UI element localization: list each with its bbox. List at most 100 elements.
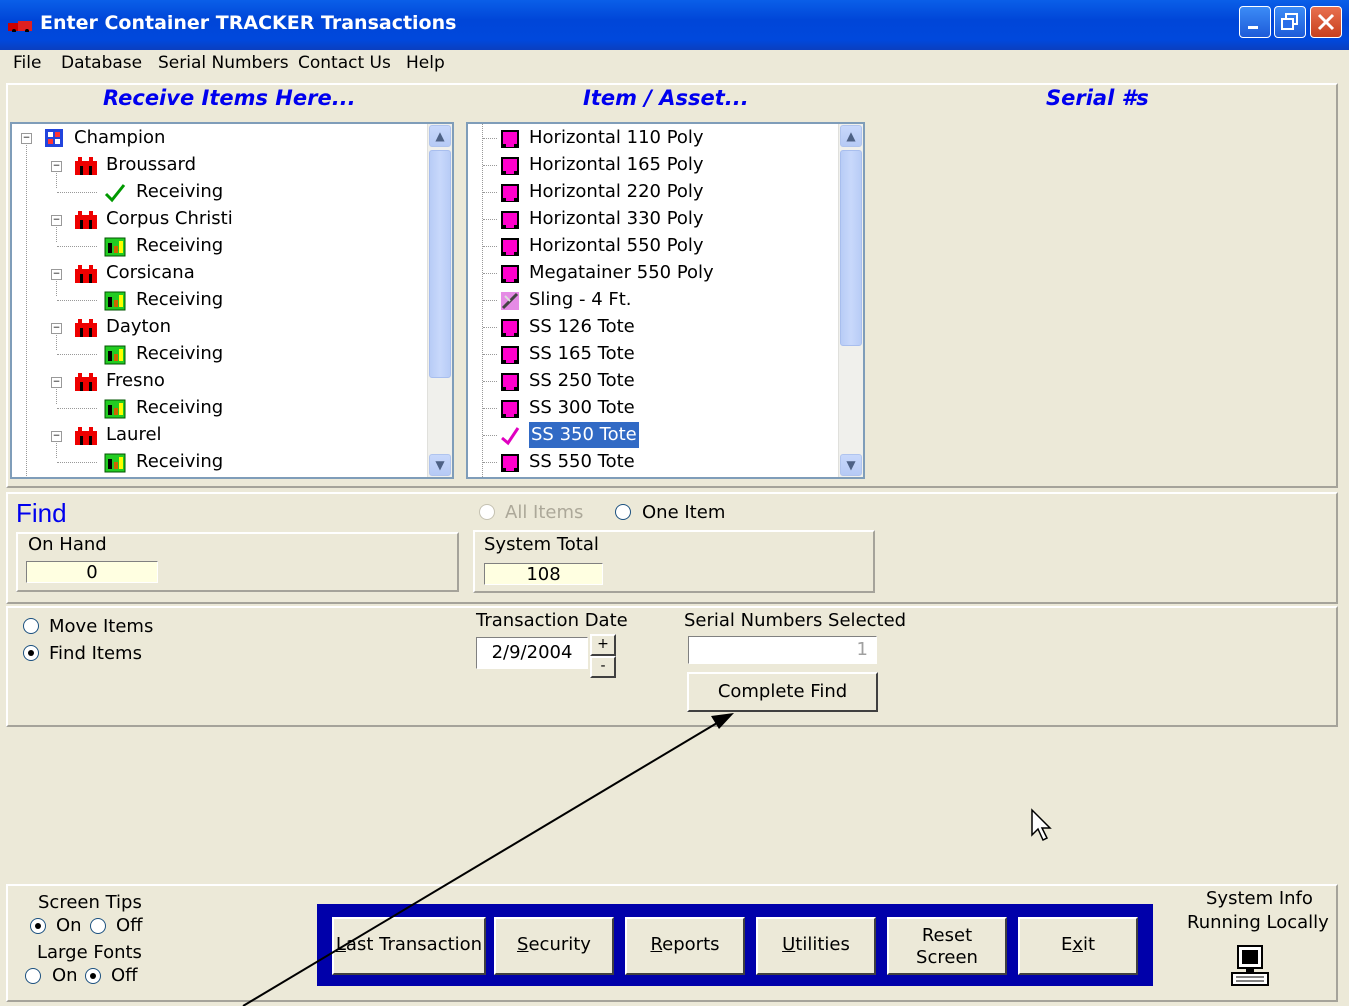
factory-icon: [75, 319, 97, 337]
move-items-radio[interactable]: [23, 618, 39, 634]
utilities-button[interactable]: Utilities: [756, 917, 876, 975]
tree-item-location[interactable]: Fresno: [106, 368, 165, 394]
one-item-radio[interactable]: [615, 504, 631, 520]
item-row[interactable]: Sling - 4 Ft.: [529, 287, 632, 313]
tote-icon: [501, 184, 519, 202]
tote-icon: [501, 454, 519, 472]
network-icon: [45, 129, 63, 147]
minimize-icon: [1248, 26, 1258, 29]
restore-icon: [1281, 13, 1298, 30]
complete-find-button[interactable]: Complete Find: [687, 672, 878, 712]
menu-contact-us[interactable]: Contact Us: [298, 53, 391, 73]
one-item-label: One Item: [642, 502, 726, 523]
tree-item-receiving[interactable]: Receiving: [136, 233, 223, 259]
screen-tips-off-radio[interactable]: [90, 918, 106, 934]
app-icon: [8, 21, 32, 32]
security-button[interactable]: Security: [494, 917, 614, 975]
screen-tips-off-label: Off: [116, 915, 143, 936]
collapse-icon[interactable]: −: [51, 431, 62, 442]
checkmark-icon: [104, 184, 126, 203]
item-row[interactable]: SS 250 Tote: [529, 368, 635, 394]
collapse-icon[interactable]: −: [51, 269, 62, 280]
collapse-icon[interactable]: −: [51, 323, 62, 334]
restore-button[interactable]: [1274, 6, 1306, 38]
scroll-down-icon[interactable]: ▼: [429, 454, 451, 476]
large-fonts-off-label: Off: [111, 965, 138, 986]
item-row[interactable]: Horizontal 330 Poly: [529, 206, 704, 232]
find-items-radio[interactable]: [23, 645, 39, 661]
large-fonts-on-radio[interactable]: [25, 968, 41, 984]
tree-item-receiving[interactable]: Receiving: [136, 287, 223, 313]
receiving-icon: [104, 399, 126, 419]
item-row[interactable]: Horizontal 165 Poly: [529, 152, 704, 178]
date-increment-button[interactable]: +: [590, 634, 616, 656]
scroll-down-icon[interactable]: ▼: [840, 454, 862, 476]
date-decrement-button[interactable]: -: [590, 656, 616, 678]
reset-screen-button[interactable]: Reset Screen: [887, 917, 1007, 975]
receiving-icon: [104, 237, 126, 257]
menu-database[interactable]: Database: [61, 53, 142, 73]
scroll-thumb[interactable]: [840, 150, 862, 346]
last-transaction-button[interactable]: Last Transaction: [332, 917, 486, 975]
close-button[interactable]: [1310, 6, 1342, 38]
tote-icon: [501, 346, 519, 364]
tote-icon: [501, 211, 519, 229]
scroll-up-icon[interactable]: ▲: [840, 125, 862, 147]
reports-button[interactable]: Reports: [625, 917, 745, 975]
tree-item-location[interactable]: Laurel: [106, 422, 162, 448]
screen-tips-on-radio[interactable]: [30, 918, 46, 934]
tote-icon: [501, 157, 519, 175]
tree-item-location[interactable]: Dayton: [106, 314, 171, 340]
factory-icon: [75, 373, 97, 391]
item-row[interactable]: SS 300 Tote: [529, 395, 635, 421]
minimize-button[interactable]: [1239, 6, 1271, 38]
all-items-radio: [479, 504, 495, 520]
receiving-icon: [104, 345, 126, 365]
item-row[interactable]: SS 550 Tote: [529, 449, 635, 475]
menu-file[interactable]: File: [13, 53, 41, 73]
item-row[interactable]: Horizontal 550 Poly: [529, 233, 704, 259]
tree-item-location[interactable]: Broussard: [106, 152, 196, 178]
tree-item-receiving[interactable]: Receiving: [136, 395, 223, 421]
collapse-icon[interactable]: −: [51, 377, 62, 388]
tree-item-location[interactable]: Corsicana: [106, 260, 195, 286]
scroll-up-icon[interactable]: ▲: [429, 125, 451, 147]
tote-icon: [501, 319, 519, 337]
item-row[interactable]: Megatainer 550 Poly: [529, 260, 714, 286]
item-row[interactable]: SS 126 Tote: [529, 314, 635, 340]
title-bar[interactable]: Enter Container TRACKER Transactions: [0, 0, 1349, 50]
transaction-date-input[interactable]: 2/9/2004: [476, 637, 588, 669]
collapse-icon[interactable]: −: [21, 133, 32, 144]
exit-button[interactable]: Exit: [1018, 917, 1138, 975]
tree-item-receiving[interactable]: Receiving: [136, 179, 223, 205]
tote-icon: [501, 400, 519, 418]
locations-tree[interactable]: − Champion − Broussard Receiving − Corpus Ch…: [10, 122, 454, 479]
system-info-label: System Info: [1206, 888, 1313, 909]
large-fonts-off-radio[interactable]: [85, 968, 101, 984]
item-row[interactable]: SS 350 Tote: [528, 421, 640, 449]
receiving-icon: [104, 453, 126, 473]
item-row[interactable]: SS 165 Tote: [529, 341, 635, 367]
item-heading: Item / Asset...: [583, 86, 749, 110]
collapse-icon[interactable]: −: [51, 215, 62, 226]
menu-bar: File Database Serial Numbers Contact Us …: [0, 50, 1349, 78]
system-total-label: System Total: [484, 534, 599, 555]
item-row[interactable]: Horizontal 220 Poly: [529, 179, 704, 205]
items-scrollbar[interactable]: ▲ ▼: [838, 124, 863, 477]
scroll-thumb[interactable]: [429, 150, 451, 378]
on-hand-label: On Hand: [28, 534, 107, 555]
tree-item-champion[interactable]: Champion: [74, 125, 165, 151]
screen-tips-on-label: On: [56, 915, 82, 936]
item-row[interactable]: Horizontal 110 Poly: [529, 125, 704, 151]
tree-item-receiving[interactable]: Receiving: [136, 449, 223, 475]
collapse-icon[interactable]: −: [51, 161, 62, 172]
items-tree[interactable]: Horizontal 110 Poly Horizontal 165 Poly Ho…: [466, 122, 865, 479]
move-items-label: Move Items: [49, 616, 154, 637]
tree-item-receiving[interactable]: Receiving: [136, 341, 223, 367]
locations-scrollbar[interactable]: ▲ ▼: [427, 124, 452, 477]
screen-tips-label: Screen Tips: [38, 892, 142, 913]
tree-item-location[interactable]: Corpus Christi: [106, 206, 233, 232]
transaction-date-label: Transaction Date: [476, 610, 628, 631]
menu-help[interactable]: Help: [406, 53, 445, 73]
menu-serial-numbers[interactable]: Serial Numbers: [158, 53, 289, 73]
